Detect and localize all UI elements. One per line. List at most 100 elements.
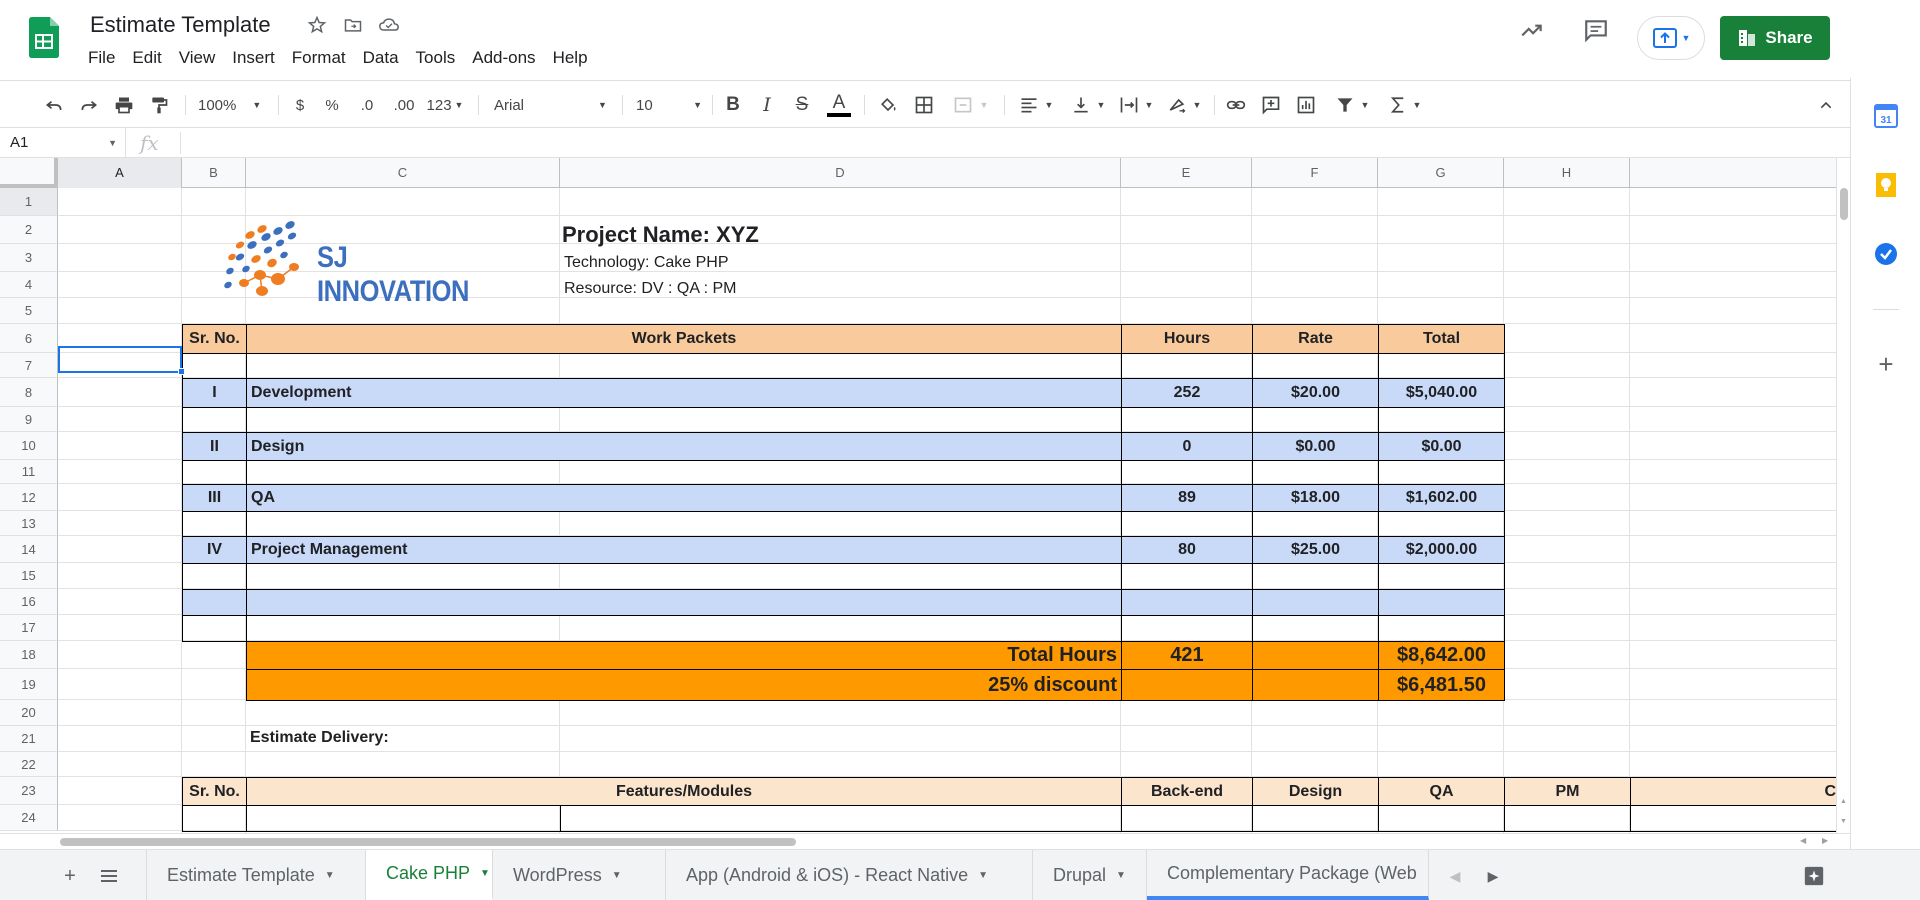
move-folder-icon[interactable] <box>341 13 365 37</box>
currency-format-button[interactable]: $ <box>290 91 310 119</box>
table2-header-features-modules[interactable]: Features/Modules <box>246 777 1122 806</box>
column-header-f[interactable]: F <box>1252 158 1378 188</box>
table2-header-design[interactable]: Design <box>1252 777 1379 806</box>
column-header-b[interactable]: B <box>182 158 246 188</box>
keep-icon[interactable] <box>1872 171 1900 199</box>
row-header-11[interactable]: 11 <box>0 460 58 484</box>
table-row-cell[interactable]: Project Management <box>246 536 1122 564</box>
add-sheet-icon[interactable]: + <box>57 863 83 889</box>
table2-header-qa[interactable]: QA <box>1378 777 1505 806</box>
empty-table-cell[interactable] <box>1252 805 1379 832</box>
empty-table-cell[interactable] <box>182 589 247 616</box>
tab-complementary-package[interactable]: Complementary Package (Web <box>1147 850 1429 900</box>
menu-format[interactable]: Format <box>292 48 355 68</box>
font-size-select[interactable]: 10 ▼ <box>636 91 702 119</box>
column-header-h[interactable]: H <box>1504 158 1630 188</box>
row-header-13[interactable]: 13 <box>0 511 58 536</box>
table-row-cell[interactable]: II <box>182 432 247 461</box>
tasks-icon[interactable] <box>1872 240 1900 268</box>
scroll-down-icon[interactable]: ▼ <box>1840 818 1847 825</box>
fill-color-icon[interactable] <box>876 91 900 119</box>
menu-help[interactable]: Help <box>553 48 597 68</box>
insert-chart-icon[interactable] <box>1294 91 1318 119</box>
functions-icon[interactable]: ▼ <box>1385 91 1425 119</box>
row-header-17[interactable]: 17 <box>0 615 58 641</box>
empty-table-cell[interactable] <box>1252 353 1379 379</box>
table-row-cell[interactable]: Design <box>246 432 1122 461</box>
table-row-cell[interactable]: IV <box>182 536 247 564</box>
all-sheets-icon[interactable] <box>96 863 122 889</box>
insert-link-icon[interactable] <box>1224 91 1248 119</box>
row-header-15[interactable]: 15 <box>0 563 58 589</box>
empty-table-cell[interactable] <box>246 589 1122 616</box>
table-row-cell[interactable]: $1,602.00 <box>1378 484 1505 512</box>
merge-cells-icon[interactable]: ▼ <box>948 91 992 119</box>
percent-format-button[interactable]: % <box>322 91 342 119</box>
empty-table-cell[interactable] <box>182 353 247 379</box>
menu-view[interactable]: View <box>179 48 225 68</box>
empty-table-cell[interactable] <box>1378 615 1505 642</box>
table-row-cell[interactable]: 80 <box>1121 536 1253 564</box>
empty-table-cell[interactable] <box>182 805 247 832</box>
strikethrough-button[interactable]: S <box>791 91 813 119</box>
empty-table-cell[interactable] <box>1121 805 1253 832</box>
total-hours-cell[interactable] <box>1121 669 1253 701</box>
empty-table-cell[interactable] <box>1504 805 1631 832</box>
row-header-3[interactable]: 3 <box>0 244 58 272</box>
table-header-rate[interactable]: Rate <box>1252 324 1379 354</box>
empty-table-cell[interactable] <box>246 805 561 832</box>
table-row-cell[interactable]: Development <box>246 378 1122 408</box>
empty-table-cell[interactable] <box>246 460 1122 485</box>
empty-table-cell[interactable] <box>1121 460 1253 485</box>
column-header-c[interactable]: C <box>246 158 560 188</box>
empty-table-cell[interactable] <box>1630 805 1836 832</box>
empty-table-cell[interactable] <box>1252 615 1379 642</box>
empty-table-cell[interactable] <box>1121 589 1253 616</box>
vertical-scrollbar[interactable]: ▲ ▼ <box>1836 158 1850 833</box>
project-name[interactable]: Project Name: XYZ <box>562 220 759 250</box>
table-row-cell[interactable]: QA <box>246 484 1122 512</box>
row-header-22[interactable]: 22 <box>0 752 58 777</box>
total-label-cell[interactable]: Total Hours <box>246 641 1122 670</box>
table2-header-c[interactable]: C <box>1630 777 1836 806</box>
scroll-tabs-left-icon[interactable]: ◀ <box>1442 863 1468 889</box>
empty-table-cell[interactable] <box>182 615 247 642</box>
scroll-up-icon[interactable]: ▲ <box>1840 798 1847 805</box>
horizontal-scrollbar[interactable]: ◀ ▶ <box>0 833 1850 849</box>
row-header-23[interactable]: 23 <box>0 777 58 805</box>
row-header-14[interactable]: 14 <box>0 536 58 563</box>
empty-table-cell[interactable] <box>246 407 1122 433</box>
row-header-24[interactable]: 24 <box>0 805 58 831</box>
empty-table-cell[interactable] <box>246 563 1122 590</box>
undo-icon[interactable] <box>42 91 66 119</box>
paint-format-icon[interactable] <box>147 91 171 119</box>
empty-table-cell[interactable] <box>182 511 247 537</box>
insert-comment-icon[interactable] <box>1259 91 1283 119</box>
total-rate-cell[interactable] <box>1252 641 1379 670</box>
table2-header-sr-no-[interactable]: Sr. No. <box>182 777 247 806</box>
collapse-toolbar-icon[interactable] <box>1814 91 1838 119</box>
scroll-left-icon[interactable]: ◀ <box>1800 836 1806 845</box>
row-header-12[interactable]: 12 <box>0 484 58 511</box>
column-header-a[interactable]: A <box>58 158 182 188</box>
vertical-align-icon[interactable]: ▼ <box>1068 91 1108 119</box>
tab-drupal[interactable]: Drupal ▼ <box>1033 850 1147 900</box>
row-header-19[interactable]: 19 <box>0 669 58 700</box>
row-header-16[interactable]: 16 <box>0 589 58 615</box>
menu-data[interactable]: Data <box>363 48 408 68</box>
empty-table-cell[interactable] <box>1378 353 1505 379</box>
empty-table-cell[interactable] <box>1378 589 1505 616</box>
bold-button[interactable]: B <box>722 91 744 119</box>
document-title[interactable]: Estimate Template <box>90 12 271 38</box>
menu-edit[interactable]: Edit <box>132 48 170 68</box>
select-all-corner[interactable] <box>0 158 58 188</box>
row-header-21[interactable]: 21 <box>0 726 58 752</box>
redo-icon[interactable] <box>77 91 101 119</box>
menu-tools[interactable]: Tools <box>416 48 465 68</box>
table-row-cell[interactable]: $0.00 <box>1252 432 1379 461</box>
table-header-total[interactable]: Total <box>1378 324 1505 354</box>
cloud-saved-icon[interactable] <box>377 13 401 37</box>
column-header-i[interactable] <box>1630 158 1836 188</box>
row-header-20[interactable]: 20 <box>0 700 58 726</box>
empty-table-cell[interactable] <box>246 615 1122 642</box>
